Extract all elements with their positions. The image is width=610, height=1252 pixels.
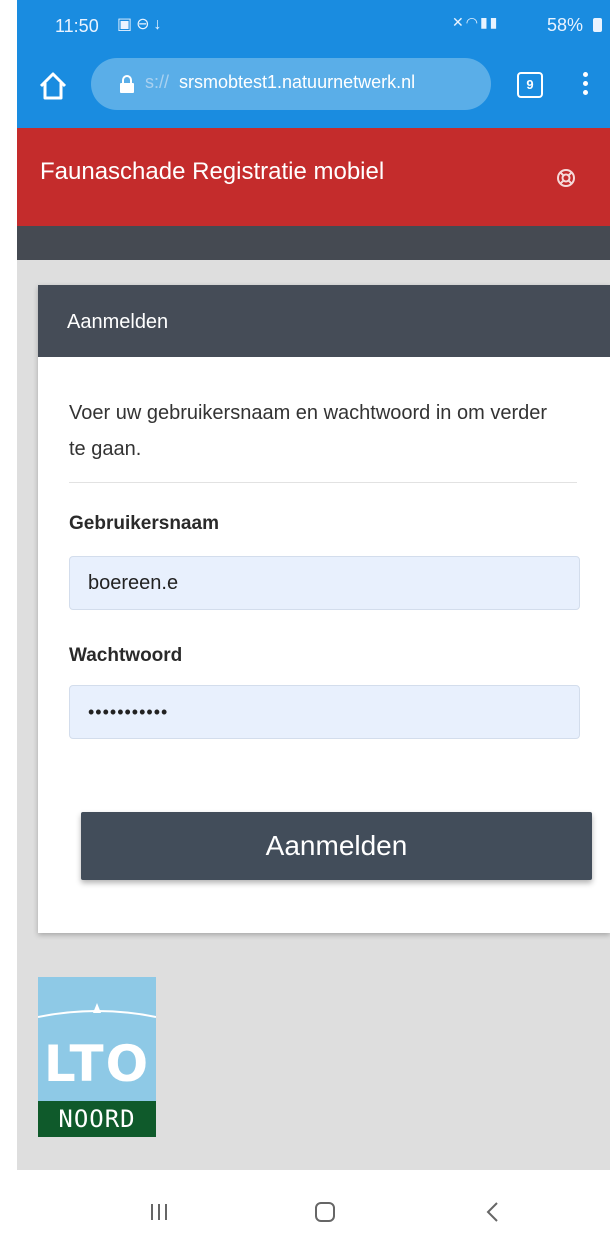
app-header: Faunaschade Registratie mobiel [17, 128, 610, 226]
home-nav-icon[interactable] [305, 1192, 345, 1232]
back-icon[interactable] [473, 1192, 513, 1232]
battery-percentage: 58% [547, 15, 584, 35]
signal-icon: ▮▮ [479, 14, 500, 30]
gallery-icon: ▣ [117, 16, 137, 33]
download-icon: ↓ [153, 16, 166, 33]
battery-icon [593, 18, 602, 32]
password-label: Wachtwoord [69, 645, 183, 666]
wifi-icon: ◠ [465, 14, 480, 30]
home-icon[interactable] [35, 68, 71, 104]
browser-menu-icon[interactable] [575, 70, 595, 102]
dnd-icon: ⊖ [136, 16, 154, 33]
mute-icon: ✕ [452, 14, 466, 30]
browser-toolbar: s:// srsmobtest1.natuurnetwerk.nl 9 [17, 46, 610, 128]
login-panel-header: Aanmelden [38, 285, 610, 357]
logo-sub-text: NOORD [38, 1101, 156, 1137]
phone-screen: 11:50 ▣⊖↓ ✕◠▮▮ 58% s:// srsmobtest1.natu… [17, 0, 610, 1252]
android-nav-bar [17, 1170, 610, 1252]
address-bar[interactable]: s:// srsmobtest1.natuurnetwerk.nl [91, 58, 491, 110]
url-scheme: s:// [145, 72, 170, 92]
lock-icon [119, 74, 135, 94]
status-bar: 11:50 ▣⊖↓ ✕◠▮▮ 58% [17, 0, 610, 46]
sub-header-bar [17, 226, 610, 260]
username-field[interactable]: boereen.e [69, 556, 580, 610]
recent-apps-icon[interactable] [139, 1192, 179, 1232]
clock: 11:50 [55, 16, 99, 36]
logo-horizon-graphic [38, 1003, 156, 1018]
app-title: Faunaschade Registratie mobiel [40, 158, 385, 185]
username-label: Gebruikersnaam [69, 513, 219, 534]
notification-icons: ▣⊖↓ [117, 14, 166, 34]
lto-noord-logo: LTO NOORD [38, 977, 156, 1137]
system-icons: ✕◠▮▮ [452, 14, 499, 31]
login-panel: Aanmelden Voer uw gebruikersnaam en wach… [38, 285, 610, 933]
panel-title: Aanmelden [67, 311, 169, 333]
tab-switcher-button[interactable]: 9 [517, 72, 543, 98]
divider [69, 482, 577, 483]
logo-main-text: LTO [43, 1035, 151, 1093]
login-instructions: Voer uw gebruikersnaam en wachtwoord in … [69, 402, 548, 460]
logo-top: LTO [38, 977, 156, 1101]
url-host: srsmobtest1.natuurnetwerk.nl [179, 72, 416, 92]
login-button[interactable]: Aanmelden [81, 812, 592, 880]
password-field[interactable]: ••••••••••• [69, 685, 580, 739]
help-lifebuoy-icon[interactable] [556, 168, 576, 188]
